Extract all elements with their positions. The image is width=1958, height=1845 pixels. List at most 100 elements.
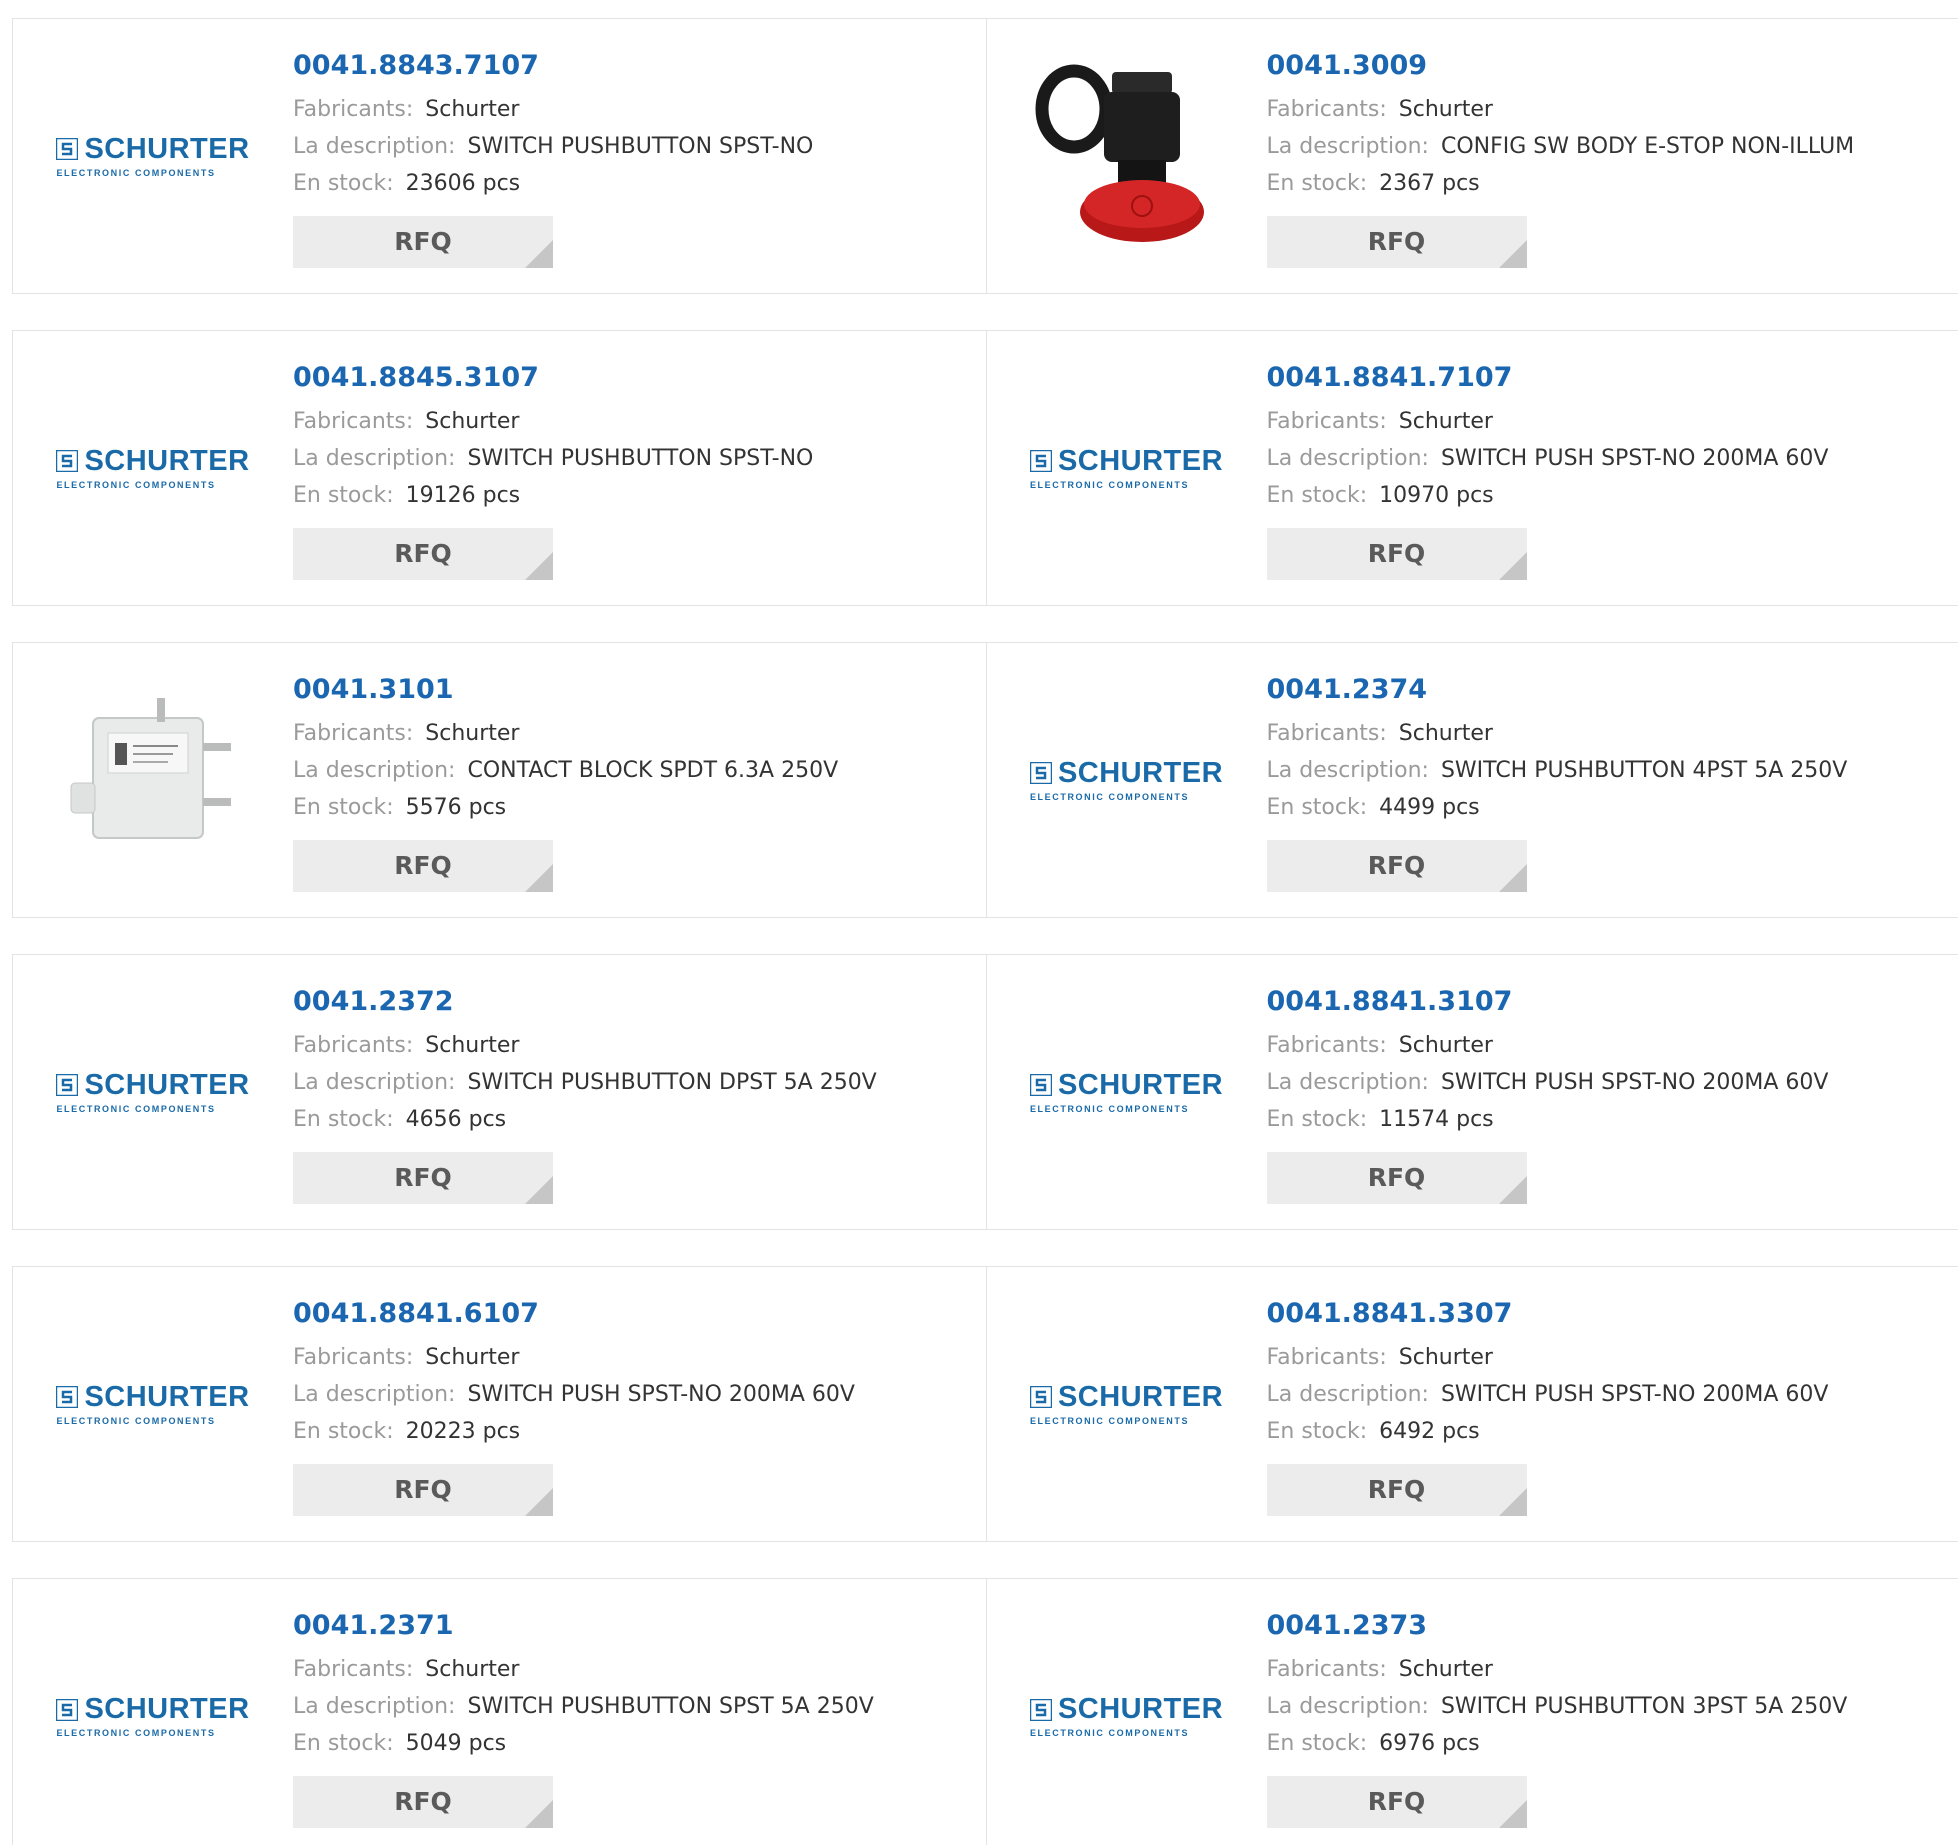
description-value: SWITCH PUSHBUTTON SPST 5A 250V xyxy=(467,1694,874,1719)
rfq-corner-icon xyxy=(525,1800,553,1828)
schurter-logo: SCHURTER ELECTRONIC COMPONENTS xyxy=(1029,1070,1223,1114)
description-value: SWITCH PUSH SPST-NO 200MA 60V xyxy=(1440,446,1829,471)
stock-label: En stock: xyxy=(293,795,394,820)
rfq-button-label: RFQ xyxy=(394,851,452,880)
product-thumbnail[interactable]: SCHURTER ELECTRONIC COMPONENTS xyxy=(1025,1615,1229,1819)
schurter-logo-wordmark: SCHURTER xyxy=(84,444,250,477)
product-thumbnail[interactable]: SCHURTER ELECTRONIC COMPONENTS xyxy=(51,366,255,570)
rfq-button[interactable]: RFQ xyxy=(1266,1776,1527,1828)
part-number-link[interactable]: 0041.8841.3307 xyxy=(1267,1297,1949,1331)
rfq-button-label: RFQ xyxy=(394,539,452,568)
product-row: SCHURTER ELECTRONIC COMPONENTS 0041.2371… xyxy=(12,1578,1958,1845)
product-thumbnail[interactable]: SCHURTER ELECTRONIC COMPONENTS xyxy=(51,990,255,1194)
product-thumbnail[interactable]: SCHURTER ELECTRONIC COMPONENTS xyxy=(1025,366,1229,570)
product-thumbnail[interactable] xyxy=(1025,54,1229,258)
part-number-link[interactable]: 0041.2372 xyxy=(293,985,976,1019)
product-info: 0041.2373 Fabricants: Schurter La descrip… xyxy=(1266,1609,1949,1828)
description-value: CONTACT BLOCK SPDT 6.3A 250V xyxy=(467,758,839,783)
rfq-button[interactable]: RFQ xyxy=(1266,528,1527,580)
schurter-logo: SCHURTER ELECTRONIC COMPONENTS xyxy=(1029,1695,1223,1738)
schurter-logo-mark-icon xyxy=(56,1386,79,1408)
product-thumbnail[interactable]: SCHURTER ELECTRONIC COMPONENTS xyxy=(1025,678,1229,882)
manufacturer-value: Schurter xyxy=(1398,97,1493,122)
schurter-logo-mark-icon xyxy=(1029,762,1052,784)
rfq-button[interactable]: RFQ xyxy=(293,1776,553,1828)
schurter-logo-tagline: ELECTRONIC COMPONENTS xyxy=(1029,1103,1190,1114)
product-thumbnail[interactable]: SCHURTER ELECTRONIC COMPONENTS xyxy=(1025,1302,1229,1506)
rfq-button-label: RFQ xyxy=(1367,851,1426,880)
description-label: La description: xyxy=(293,446,456,471)
stock-value: 4656 pcs xyxy=(405,1107,507,1132)
rfq-button[interactable]: RFQ xyxy=(293,216,553,268)
schurter-logo-mark-icon xyxy=(56,138,79,160)
schurter-logo-mark-icon xyxy=(1029,1386,1052,1408)
product-thumbnail[interactable] xyxy=(51,678,255,882)
product-card: SCHURTER ELECTRONIC COMPONENTS 0041.2374… xyxy=(985,643,1958,917)
product-thumbnail[interactable]: SCHURTER ELECTRONIC COMPONENTS xyxy=(51,1615,255,1819)
description-value: SWITCH PUSHBUTTON 4PST 5A 250V xyxy=(1440,758,1848,783)
description-label: La description: xyxy=(293,134,456,159)
rfq-corner-icon xyxy=(1498,1176,1527,1204)
stock-line: En stock: 4656 pcs xyxy=(293,1101,976,1138)
schurter-logo-wordmark: SCHURTER xyxy=(84,1693,250,1725)
schurter-logo-tagline: ELECTRONIC COMPONENTS xyxy=(1029,791,1190,802)
stock-label: En stock: xyxy=(293,171,394,196)
rfq-button[interactable]: RFQ xyxy=(1266,840,1527,892)
product-info: 0041.8841.3107 Fabricants: Schurter La de… xyxy=(1266,985,1949,1204)
manufacturer-label: Fabricants: xyxy=(1266,1345,1387,1370)
part-number-link[interactable]: 0041.2371 xyxy=(293,1609,976,1643)
stock-label: En stock: xyxy=(293,1419,394,1444)
part-number-link[interactable]: 0041.3101 xyxy=(293,673,976,707)
rfq-button[interactable]: RFQ xyxy=(293,1464,553,1516)
manufacturer-label: Fabricants: xyxy=(293,97,414,122)
schurter-logo-mark-icon xyxy=(56,450,79,472)
part-number-link[interactable]: 0041.3009 xyxy=(1267,49,1949,83)
part-number-link[interactable]: 0041.8841.6107 xyxy=(293,1297,976,1331)
rfq-button[interactable]: RFQ xyxy=(1266,216,1527,268)
stock-line: En stock: 11574 pcs xyxy=(1267,1101,1949,1138)
part-number-link[interactable]: 0041.8843.7107 xyxy=(293,49,976,83)
product-info: 0041.2372 Fabricants: Schurter La descrip… xyxy=(293,985,976,1204)
rfq-button[interactable]: RFQ xyxy=(293,528,553,580)
rfq-corner-icon xyxy=(525,240,553,268)
manufacturer-line: Fabricants: Schurter xyxy=(293,1027,976,1064)
rfq-button[interactable]: RFQ xyxy=(1266,1152,1527,1204)
manufacturer-line: Fabricants: Schurter xyxy=(293,403,976,440)
product-thumbnail[interactable]: SCHURTER ELECTRONIC COMPONENTS xyxy=(51,54,255,258)
rfq-corner-icon xyxy=(1498,864,1527,892)
schurter-logo-wordmark: SCHURTER xyxy=(84,1068,250,1101)
product-info: 0041.2374 Fabricants: Schurter La descrip… xyxy=(1266,673,1949,892)
part-number-link[interactable]: 0041.8841.3107 xyxy=(1267,985,1949,1019)
stock-label: En stock: xyxy=(1266,1419,1368,1444)
schurter-logo: SCHURTER ELECTRONIC COMPONENTS xyxy=(56,1382,249,1426)
stock-label: En stock: xyxy=(1266,795,1368,820)
manufacturer-label: Fabricants: xyxy=(1266,1033,1387,1058)
schurter-logo-wordmark: SCHURTER xyxy=(1057,1380,1224,1413)
stock-value: 23606 pcs xyxy=(405,171,521,196)
part-number-link[interactable]: 0041.2374 xyxy=(1267,673,1949,707)
contact-block-image xyxy=(53,688,253,872)
part-number-link[interactable]: 0041.8841.7107 xyxy=(1267,361,1949,395)
rfq-corner-icon xyxy=(525,1488,553,1516)
product-card: SCHURTER ELECTRONIC COMPONENTS 0041.8845… xyxy=(13,331,986,605)
rfq-button[interactable]: RFQ xyxy=(293,840,553,892)
rfq-button[interactable]: RFQ xyxy=(293,1152,553,1204)
description-line: La description: SWITCH PUSHBUTTON SPST-NO xyxy=(293,128,976,165)
schurter-logo: SCHURTER ELECTRONIC COMPONENTS xyxy=(56,134,249,178)
stock-value: 6492 pcs xyxy=(1379,1419,1480,1444)
product-info: 0041.8843.7107 Fabricants: Schurter La de… xyxy=(293,49,976,268)
product-thumbnail[interactable]: SCHURTER ELECTRONIC COMPONENTS xyxy=(1025,990,1229,1194)
part-number-link[interactable]: 0041.2373 xyxy=(1267,1609,1949,1643)
manufacturer-value: Schurter xyxy=(425,1345,520,1370)
schurter-logo-tagline: ELECTRONIC COMPONENTS xyxy=(56,1415,216,1426)
rfq-button[interactable]: RFQ xyxy=(1266,1464,1527,1516)
part-number-link[interactable]: 0041.8845.3107 xyxy=(293,361,976,395)
product-thumbnail[interactable]: SCHURTER ELECTRONIC COMPONENTS xyxy=(51,1302,255,1506)
schurter-logo-wordmark: SCHURTER xyxy=(1057,756,1224,789)
product-card: SCHURTER ELECTRONIC COMPONENTS 0041.8841… xyxy=(985,331,1958,605)
stock-value: 19126 pcs xyxy=(405,483,521,508)
description-line: La description: SWITCH PUSHBUTTON SPST 5A… xyxy=(293,1688,976,1725)
rfq-corner-icon xyxy=(1498,240,1527,268)
schurter-logo-mark-icon xyxy=(56,1074,79,1096)
stock-line: En stock: 2367 pcs xyxy=(1267,165,1949,202)
